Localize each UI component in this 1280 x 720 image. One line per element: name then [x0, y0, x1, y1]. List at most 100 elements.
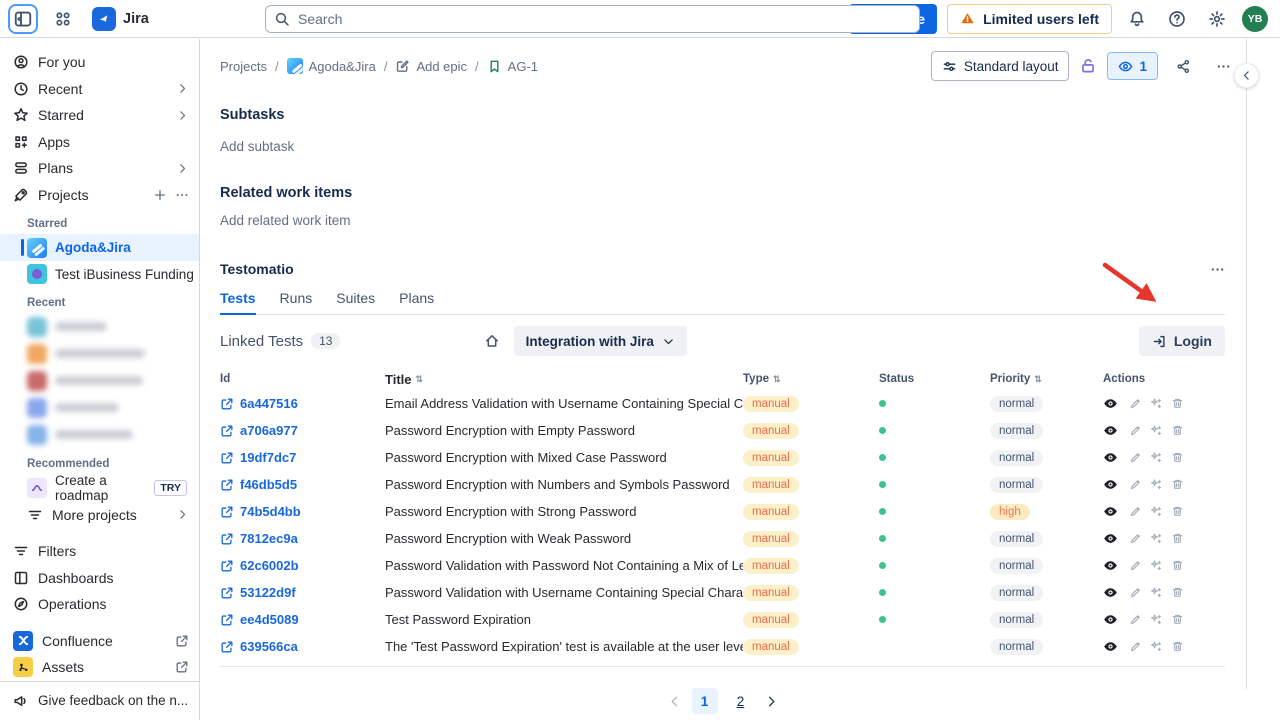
recent-project-placeholder[interactable] — [0, 367, 199, 394]
column-priority[interactable]: Priority⇅ — [990, 373, 1103, 385]
view-test-button[interactable] — [1103, 450, 1118, 465]
breadcrumb-add-epic[interactable]: Add epic — [395, 59, 467, 74]
previous-page-button[interactable] — [667, 694, 682, 709]
breadcrumb-project[interactable]: Agoda&Jira — [287, 58, 376, 74]
view-test-button[interactable] — [1103, 639, 1118, 654]
sidebar-item-apps[interactable]: Apps — [0, 129, 199, 156]
tab-tests[interactable]: Tests — [220, 290, 256, 315]
delete-test-button[interactable] — [1171, 586, 1184, 599]
view-test-button[interactable] — [1103, 477, 1118, 492]
recent-project-placeholder[interactable] — [0, 313, 199, 340]
page-button-2[interactable]: 2 — [728, 688, 754, 714]
project-selector-dropdown[interactable]: Integration with Jira — [514, 326, 687, 356]
login-button[interactable]: Login — [1139, 326, 1225, 356]
add-project-icon[interactable] — [153, 188, 167, 202]
sidebar-item-assets[interactable]: Assets — [0, 654, 199, 681]
view-test-button[interactable] — [1103, 504, 1118, 519]
sidebar-item-recent[interactable]: Recent — [0, 75, 199, 102]
test-id-link[interactable]: ee4d5089 — [220, 612, 299, 627]
collapse-panel-button[interactable] — [1234, 63, 1259, 88]
sidebar-project-agoda-jira[interactable]: Agoda&Jira — [0, 234, 199, 261]
edit-test-button[interactable] — [1129, 397, 1142, 410]
home-icon[interactable] — [484, 333, 500, 349]
view-test-button[interactable] — [1103, 531, 1118, 546]
sidebar-item-create-roadmap[interactable]: Create a roadmap TRY — [0, 474, 199, 501]
view-test-button[interactable] — [1103, 612, 1118, 627]
ai-generate-button[interactable] — [1150, 532, 1163, 545]
column-type[interactable]: Type⇅ — [743, 373, 876, 385]
column-title[interactable]: Title⇅ — [385, 372, 743, 387]
test-id-link[interactable]: f46db5d5 — [220, 477, 297, 492]
tab-plans[interactable]: Plans — [399, 290, 434, 314]
limited-users-button[interactable]: Limited users left — [947, 4, 1112, 34]
edit-test-button[interactable] — [1129, 424, 1142, 437]
breadcrumb-issue-key[interactable]: AG-1 — [487, 59, 538, 74]
test-id-link[interactable]: 19df7dc7 — [220, 450, 296, 465]
standard-layout-button[interactable]: Standard layout — [931, 51, 1070, 81]
sidebar-item-confluence[interactable]: Confluence — [0, 627, 199, 654]
ai-generate-button[interactable] — [1150, 640, 1163, 653]
ai-generate-button[interactable] — [1150, 613, 1163, 626]
delete-test-button[interactable] — [1171, 397, 1184, 410]
view-test-button[interactable] — [1103, 585, 1118, 600]
sidebar-item-starred[interactable]: Starred — [0, 102, 199, 129]
testomatio-more-button[interactable] — [1210, 262, 1225, 277]
delete-test-button[interactable] — [1171, 451, 1184, 464]
ai-generate-button[interactable] — [1150, 586, 1163, 599]
edit-test-button[interactable] — [1129, 640, 1142, 653]
ai-generate-button[interactable] — [1150, 478, 1163, 491]
sidebar-item-more-projects[interactable]: More projects — [0, 501, 199, 528]
share-button[interactable] — [1168, 52, 1198, 80]
edit-test-button[interactable] — [1129, 532, 1142, 545]
sidebar-item-operations[interactable]: Operations — [0, 591, 199, 618]
ai-generate-button[interactable] — [1150, 451, 1163, 464]
sidebar-item-projects[interactable]: Projects — [0, 182, 199, 209]
view-test-button[interactable] — [1103, 558, 1118, 573]
sidebar-toggle-button[interactable] — [8, 4, 38, 34]
sidebar-project-ibusiness[interactable]: Test iBusiness Funding — [0, 261, 199, 288]
settings-button[interactable] — [1202, 4, 1232, 34]
edit-test-button[interactable] — [1129, 586, 1142, 599]
recent-project-placeholder[interactable] — [0, 340, 199, 367]
sidebar-item-for-you[interactable]: For you — [0, 49, 199, 76]
recent-project-placeholder[interactable] — [0, 421, 199, 448]
sidebar-item-dashboards[interactable]: Dashboards — [0, 564, 199, 591]
delete-test-button[interactable] — [1171, 478, 1184, 491]
avatar[interactable]: YB — [1242, 6, 1268, 32]
test-id-link[interactable]: 639566ca — [220, 639, 298, 654]
ai-generate-button[interactable] — [1150, 559, 1163, 572]
test-id-link[interactable]: 53122d9f — [220, 585, 296, 600]
edit-test-button[interactable] — [1129, 505, 1142, 518]
delete-test-button[interactable] — [1171, 559, 1184, 572]
sidebar-item-plans[interactable]: Plans — [0, 155, 199, 182]
unlock-icon[interactable] — [1079, 57, 1097, 75]
delete-test-button[interactable] — [1171, 613, 1184, 626]
test-id-link[interactable]: 62c6002b — [220, 558, 299, 573]
recent-project-placeholder[interactable] — [0, 394, 199, 421]
tab-suites[interactable]: Suites — [336, 290, 375, 314]
view-test-button[interactable] — [1103, 396, 1118, 411]
search-input[interactable] — [265, 5, 920, 33]
test-id-link[interactable]: 6a447516 — [220, 396, 298, 411]
view-test-button[interactable] — [1103, 423, 1118, 438]
ai-generate-button[interactable] — [1150, 505, 1163, 518]
add-related-work-item-link[interactable]: Add related work item — [220, 213, 1225, 228]
give-feedback-button[interactable]: Give feedback on the n... — [0, 681, 199, 720]
edit-test-button[interactable] — [1129, 613, 1142, 626]
edit-test-button[interactable] — [1129, 559, 1142, 572]
app-switcher-button[interactable] — [48, 4, 78, 34]
delete-test-button[interactable] — [1171, 424, 1184, 437]
ai-generate-button[interactable] — [1150, 397, 1163, 410]
edit-test-button[interactable] — [1129, 451, 1142, 464]
notifications-button[interactable] — [1122, 4, 1152, 34]
tab-runs[interactable]: Runs — [280, 290, 313, 314]
sidebar-item-filters[interactable]: Filters — [0, 538, 199, 565]
page-button-1[interactable]: 1 — [692, 688, 718, 714]
delete-test-button[interactable] — [1171, 532, 1184, 545]
watchers-button[interactable]: 1 — [1107, 52, 1158, 80]
edit-test-button[interactable] — [1129, 478, 1142, 491]
delete-test-button[interactable] — [1171, 640, 1184, 653]
breadcrumb-projects[interactable]: Projects — [220, 59, 267, 74]
projects-more-icon[interactable] — [175, 188, 189, 202]
jira-logo[interactable]: Jira — [92, 7, 149, 31]
